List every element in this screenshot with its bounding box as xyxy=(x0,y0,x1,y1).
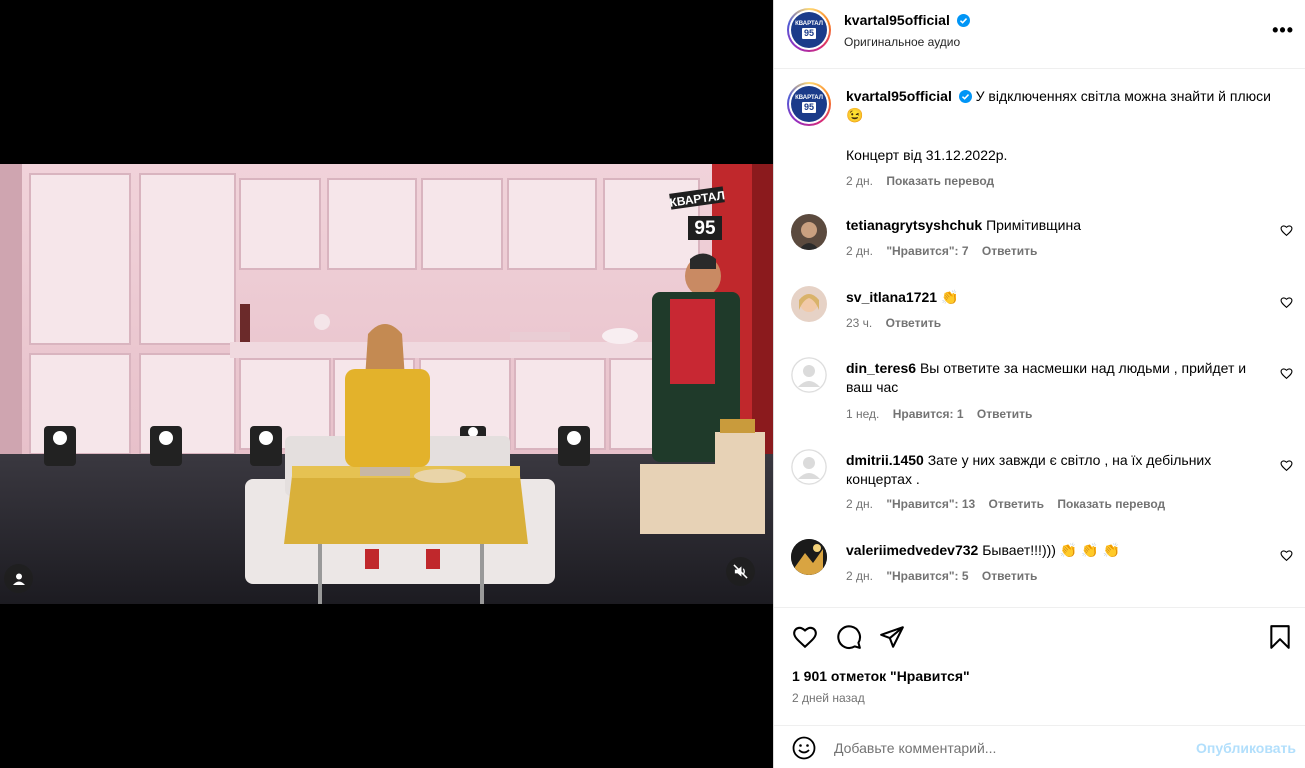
caption-translate-button[interactable]: Показать перевод xyxy=(886,174,994,188)
comment-reply-button[interactable]: Ответить xyxy=(989,497,1044,511)
mute-button[interactable] xyxy=(726,557,755,586)
author-avatar[interactable]: КВАРТАЛ 95 xyxy=(787,8,831,52)
comment-like-heart-icon[interactable] xyxy=(1280,224,1293,237)
avatar-logo-text: КВАРТАЛ xyxy=(795,21,823,27)
comment-like-heart-icon[interactable] xyxy=(1280,367,1293,380)
caption-username[interactable]: kvartal95official xyxy=(846,88,952,104)
comment-item: tetianagrytsyshchuk Примітивщина 2 дн. "… xyxy=(791,214,1301,274)
commenter-avatar[interactable] xyxy=(791,286,827,322)
comment-username[interactable]: tetianagrytsyshchuk xyxy=(846,217,982,233)
svg-text:95: 95 xyxy=(694,218,716,239)
avatar-logo-number: 95 xyxy=(801,28,816,39)
verified-badge-icon xyxy=(958,90,972,103)
comment-likes[interactable]: "Нравится": 7 xyxy=(886,244,968,258)
comment-time[interactable]: 1 нед. xyxy=(846,407,879,421)
comment-item: dmitrii.1450 Зате у них завжди є світло … xyxy=(791,449,1301,529)
post-header: КВАРТАЛ 95 kvartal95official Оригинально… xyxy=(774,0,1305,69)
comment-username[interactable]: dmitrii.1450 xyxy=(846,452,924,468)
comment-like-heart-icon[interactable] xyxy=(1280,549,1293,562)
comment-translate-button[interactable]: Показать перевод xyxy=(1057,497,1165,511)
caption-author-avatar[interactable]: КВАРТАЛ 95 xyxy=(787,82,831,126)
comment-reply-button[interactable]: Ответить xyxy=(886,316,941,330)
commenter-avatar[interactable] xyxy=(791,357,827,393)
comment-reply-button[interactable]: Ответить xyxy=(977,407,1032,421)
user-icon xyxy=(12,573,25,585)
caption-time[interactable]: 2 дн. xyxy=(846,174,873,188)
comment-item: din_teres6 Вы ответите за насмешки над л… xyxy=(791,357,1301,437)
share-send-icon[interactable] xyxy=(879,624,905,650)
comment-item: sv_itlana1721 👏 23 ч. Ответить xyxy=(791,286,1301,346)
commenter-avatar[interactable] xyxy=(791,539,827,575)
instagram-post-modal: КВАРТАЛ 95 КВАРТАЛ 95 kvartal95official … xyxy=(0,0,1305,768)
video-frame-stage: КВАРТАЛ 95 xyxy=(0,164,773,604)
emoji-smiley-icon[interactable] xyxy=(792,736,816,760)
comment-text: 👏 xyxy=(940,289,959,305)
caption-concert-line: Концерт від 31.12.2022р. xyxy=(846,147,1008,163)
avatar-logo-text: КВАРТАЛ xyxy=(795,95,823,101)
comment-like-heart-icon[interactable] xyxy=(1280,459,1293,472)
comment-username[interactable]: din_teres6 xyxy=(846,360,916,376)
comment-time[interactable]: 2 дн. xyxy=(846,244,873,258)
more-options-icon[interactable]: ••• xyxy=(1272,20,1294,41)
comment-bubble-icon[interactable] xyxy=(836,624,862,650)
post-details-panel: КВАРТАЛ 95 kvartal95official Оригинально… xyxy=(773,0,1305,768)
comment-likes[interactable]: "Нравится": 13 xyxy=(886,497,975,511)
comment-input[interactable]: Добавьте комментарий... xyxy=(834,740,996,756)
comment-reply-button[interactable]: Ответить xyxy=(982,244,1037,258)
comment-time[interactable]: 2 дн. xyxy=(846,569,873,583)
comment-username[interactable]: valeriimedvedev732 xyxy=(846,542,978,558)
save-bookmark-icon[interactable] xyxy=(1268,624,1292,650)
comment-reply-button[interactable]: Ответить xyxy=(982,569,1037,583)
comment-username[interactable]: sv_itlana1721 xyxy=(846,289,937,305)
like-heart-icon[interactable] xyxy=(792,624,818,650)
add-comment-bar: Добавьте комментарий... Опубликовать xyxy=(774,725,1305,768)
video-player[interactable]: КВАРТАЛ 95 xyxy=(0,164,773,604)
verified-badge-icon xyxy=(957,14,971,27)
audio-link[interactable]: Оригинальное аудио xyxy=(844,35,960,49)
author-username[interactable]: kvartal95official xyxy=(844,12,950,28)
avatar-logo-number: 95 xyxy=(801,102,816,113)
commenter-avatar[interactable] xyxy=(791,214,827,250)
media-area: КВАРТАЛ 95 xyxy=(0,0,773,768)
comment-text: Бывает!!!))) 👏 👏 👏 xyxy=(982,542,1120,558)
comment-text: Примітивщина xyxy=(986,217,1081,233)
comment-time[interactable]: 23 ч. xyxy=(846,316,872,330)
comment-likes[interactable]: Нравится: 1 xyxy=(893,407,964,421)
post-date[interactable]: 2 дней назад xyxy=(792,691,865,705)
commenter-avatar[interactable] xyxy=(791,449,827,485)
likes-count[interactable]: 1 901 отметок "Нравится" xyxy=(792,668,970,684)
comment-item: valeriimedvedev732 Бывает!!!))) 👏 👏 👏 2 … xyxy=(791,539,1301,599)
tagged-users-button[interactable] xyxy=(4,564,33,593)
comment-likes[interactable]: "Нравится": 5 xyxy=(886,569,968,583)
publish-button[interactable]: Опубликовать xyxy=(1196,740,1296,756)
comment-like-heart-icon[interactable] xyxy=(1280,296,1293,309)
post-actions xyxy=(774,607,1305,725)
comment-time[interactable]: 2 дн. xyxy=(846,497,873,511)
speaker-muted-icon xyxy=(733,564,748,579)
